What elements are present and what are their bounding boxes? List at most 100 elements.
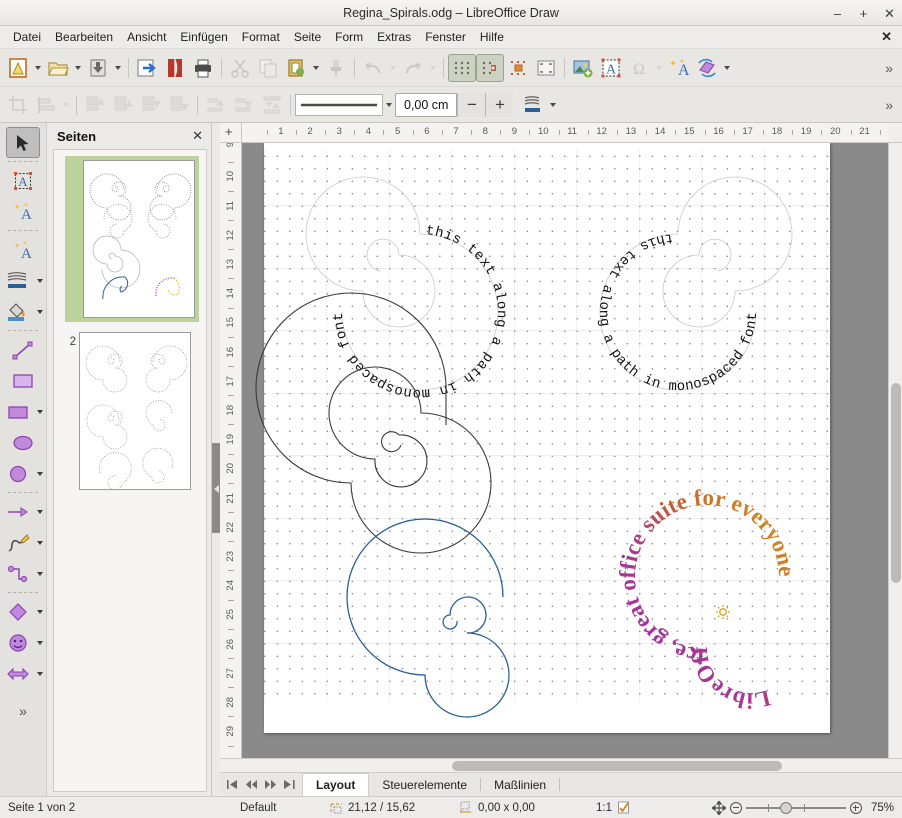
rectangle-dropdown-icon[interactable] — [35, 410, 46, 414]
open-document-icon[interactable] — [44, 54, 72, 82]
ellipse-tool[interactable] — [6, 427, 40, 458]
menu-datei[interactable]: Datei — [6, 27, 48, 47]
panel-splitter-handle[interactable] — [212, 443, 220, 533]
status-master-slide[interactable]: Default — [240, 802, 330, 814]
align-objects-icon[interactable] — [32, 91, 60, 119]
tab-nav-first-icon[interactable] — [224, 775, 241, 795]
drawing-page[interactable]: this text along a path in monospaced fon… — [255, 143, 830, 733]
helplines-icon[interactable] — [504, 54, 532, 82]
reverse-order-icon[interactable] — [258, 91, 286, 119]
menu-format[interactable]: Format — [235, 27, 287, 47]
line-width-increase-button[interactable]: + — [485, 92, 514, 117]
connector-tool[interactable] — [1, 558, 35, 589]
paste-dropdown-icon[interactable] — [310, 54, 322, 82]
fontwork-icon[interactable]: A — [665, 54, 693, 82]
line-style-tool[interactable] — [1, 265, 35, 296]
rectangle-tool[interactable] — [6, 365, 40, 396]
ellipse-filled-tool[interactable] — [1, 458, 35, 489]
fit-page-icon[interactable] — [532, 54, 560, 82]
vertical-scrollbar-thumb[interactable] — [891, 383, 901, 583]
select-tool[interactable] — [6, 127, 40, 158]
status-zoom-percent[interactable]: 75% — [871, 802, 894, 814]
arrow-line-tool[interactable] — [1, 496, 35, 527]
menu-extras[interactable]: Extras — [370, 27, 418, 47]
page-thumb-2[interactable]: 2 — [60, 332, 206, 490]
new-document-dropdown-icon[interactable] — [32, 54, 44, 82]
undo-icon[interactable] — [359, 54, 387, 82]
send-backward-icon[interactable] — [137, 91, 165, 119]
zoom-in-icon[interactable] — [849, 801, 862, 814]
basic-shapes-dropdown-icon[interactable] — [35, 610, 46, 614]
align-objects-dropdown-icon[interactable] — [60, 91, 72, 119]
tab-layout[interactable]: Layout — [302, 773, 370, 796]
connector-dropdown-icon[interactable] — [35, 572, 46, 576]
redo-dropdown-icon[interactable] — [427, 54, 439, 82]
transformations-dropdown-icon[interactable] — [721, 54, 733, 82]
line-style-preview[interactable] — [295, 93, 383, 116]
send-to-back-icon[interactable] — [165, 91, 193, 119]
insert-textbox-icon[interactable]: A — [597, 54, 625, 82]
vertical-ruler[interactable]: 9 10 11 12 13 14 15 16 17 18 19 20 21 22 23 24 25 26 27 28 2… — [220, 143, 242, 758]
line-style-dropdown-icon[interactable] — [383, 91, 395, 119]
zoom-slider-group[interactable]: 75% — [711, 800, 894, 815]
pages-list[interactable]: 1 — [53, 149, 207, 792]
undo-dropdown-icon[interactable] — [387, 54, 399, 82]
export-pdf-icon[interactable] — [161, 54, 189, 82]
menu-form[interactable]: Form — [328, 27, 370, 47]
text-on-spiral-fontwork-colored[interactable]: LibreOffice, great office suite for ever… — [564, 485, 824, 713]
save-dropdown-icon[interactable] — [112, 54, 124, 82]
spiral-logarithmic-blue[interactable] — [304, 518, 554, 718]
cut-icon[interactable] — [226, 54, 254, 82]
tab-nav-next-icon[interactable] — [262, 775, 279, 795]
arrow-line-dropdown-icon[interactable] — [35, 510, 46, 514]
behind-object-icon[interactable] — [230, 91, 258, 119]
drawing-canvas[interactable]: this text along a path in monospaced fon… — [242, 143, 888, 758]
special-character-dropdown-icon[interactable] — [653, 54, 665, 82]
curve-dropdown-icon[interactable] — [35, 541, 46, 545]
line-style-dropdown-icon[interactable] — [35, 279, 46, 283]
tab-nav-last-icon[interactable] — [281, 775, 298, 795]
bring-to-front-icon[interactable] — [81, 91, 109, 119]
tab-steuerelemente[interactable]: Steuerelemente — [369, 773, 480, 796]
fill-color-dropdown-icon[interactable] — [35, 310, 46, 314]
spiral-archimedean-black[interactable] — [255, 292, 554, 554]
new-document-icon[interactable] — [4, 54, 32, 82]
insert-textbox-tool[interactable]: A — [6, 165, 40, 196]
panel-splitter[interactable] — [212, 123, 220, 796]
close-window-button[interactable]: ✕ — [883, 7, 896, 20]
horizontal-scrollbar[interactable] — [220, 758, 902, 772]
menu-einfuegen[interactable]: Einfügen — [173, 27, 234, 47]
zoom-slider-knob[interactable] — [779, 801, 792, 814]
special-character-icon[interactable]: Ω — [625, 54, 653, 82]
redo-icon[interactable] — [399, 54, 427, 82]
block-arrows-tool[interactable] — [1, 658, 35, 689]
line-width-field[interactable]: 0,00 cm — [395, 92, 458, 117]
smiley-shapes-tool[interactable] — [1, 627, 35, 658]
standard-toolbar-overflow-icon[interactable]: » — [880, 60, 898, 76]
insert-text-box-vertical-tool[interactable]: A — [6, 234, 40, 265]
menu-ansicht[interactable]: Ansicht — [120, 27, 173, 47]
text-on-spiral-monospace-outward[interactable]: this text along a path in monospaced fon… — [554, 149, 814, 395]
close-document-button[interactable]: ✕ — [881, 29, 892, 45]
line-tool[interactable] — [6, 334, 40, 365]
menu-hilfe[interactable]: Hilfe — [473, 27, 511, 47]
block-arrows-dropdown-icon[interactable] — [35, 672, 46, 676]
menu-seite[interactable]: Seite — [287, 27, 328, 47]
pages-panel-close-icon[interactable]: ✕ — [192, 128, 203, 144]
clone-formatting-icon[interactable] — [322, 54, 350, 82]
insert-image-icon[interactable] — [569, 54, 597, 82]
ellipse-dropdown-icon[interactable] — [35, 472, 46, 476]
crop-image-icon[interactable] — [4, 91, 32, 119]
fill-color-tool[interactable] — [1, 296, 35, 327]
drawing-toolbar-overflow-icon[interactable]: » — [6, 695, 40, 726]
tab-masslinien[interactable]: Maßlinien — [481, 773, 559, 796]
vertical-scrollbar[interactable] — [888, 143, 902, 758]
basic-shapes-tool[interactable] — [1, 596, 35, 627]
smiley-dropdown-icon[interactable] — [35, 641, 46, 645]
paste-icon[interactable] — [282, 54, 310, 82]
line-color-icon[interactable] — [519, 91, 547, 119]
maximize-button[interactable]: + — [857, 7, 870, 20]
open-document-dropdown-icon[interactable] — [72, 54, 84, 82]
rectangle-filled-tool[interactable] — [1, 396, 35, 427]
display-grid-icon[interactable] — [448, 53, 476, 82]
